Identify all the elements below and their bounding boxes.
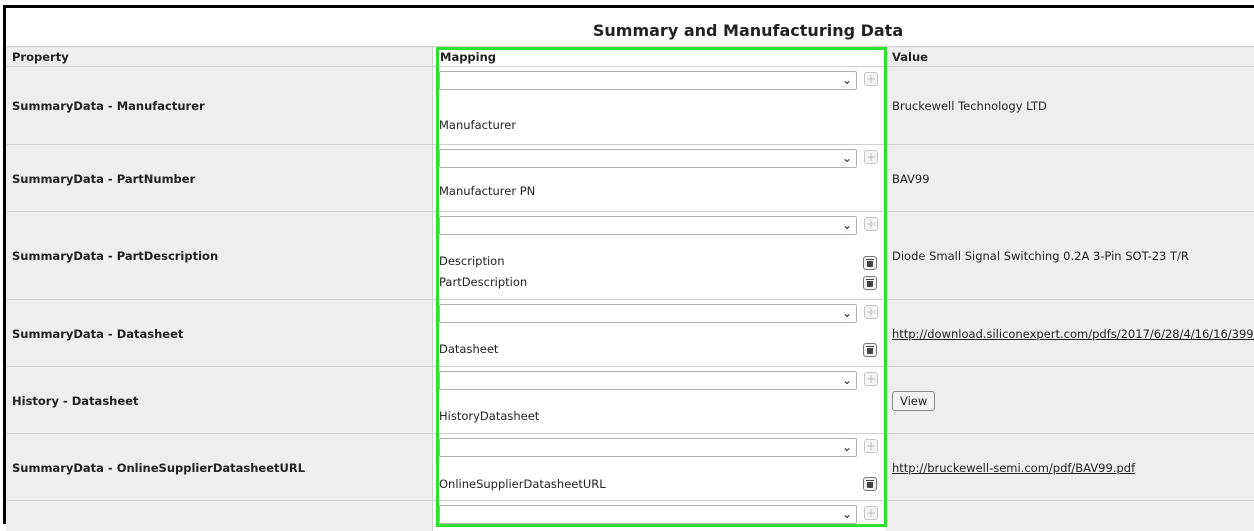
table-row: SummaryData - OnlineSupplierDatasheetURL…	[6, 433, 1254, 501]
table-header: Property Mapping Value	[6, 46, 1254, 67]
add-mapping-button[interactable]: +	[864, 217, 878, 231]
property-label: SummaryData - Manufacturer	[6, 67, 433, 145]
mapping-cell: ⌄ + Manufacturer PN	[435, 145, 885, 212]
table-row: SummaryData - Manufacturer ⌄ + Manufactu…	[6, 66, 1254, 145]
mapping-select[interactable]: ⌄	[439, 505, 857, 524]
trash-icon[interactable]	[863, 256, 877, 270]
panel-title: Summary and Manufacturing Data	[592, 21, 904, 40]
mapping-item: PartDescription	[439, 275, 528, 289]
mapping-select[interactable]: ⌄	[439, 371, 857, 390]
trash-icon[interactable]	[863, 276, 877, 290]
add-mapping-button[interactable]: +	[864, 72, 878, 86]
datasheet-link[interactable]: http://download.siliconexpert.com/pdfs/2…	[892, 327, 1254, 341]
mapping-cell: ⌄ +	[435, 501, 885, 531]
table-row: SummaryData - Datasheet ⌄ + Datasheet ht…	[6, 299, 1254, 367]
property-label: SummaryData - PartNumber	[6, 145, 433, 212]
add-mapping-button[interactable]: +	[864, 372, 878, 386]
property-label: History - Datasheet	[6, 367, 433, 434]
mapping-select[interactable]: ⌄	[439, 438, 857, 457]
plus-icon: +	[865, 372, 877, 386]
plus-icon: +	[865, 439, 877, 453]
table-row: History - Datasheet ⌄ + HistoryDatasheet…	[6, 366, 1254, 434]
property-label: SummaryData - PartDescription	[6, 212, 433, 300]
chevron-down-icon: ⌄	[841, 306, 852, 320]
chevron-down-icon: ⌄	[841, 151, 852, 165]
value-text: BAV99	[885, 145, 1254, 212]
mapping-select[interactable]: ⌄	[439, 304, 857, 323]
plus-icon: +	[865, 150, 877, 164]
trash-icon[interactable]	[863, 343, 877, 357]
mapping-item: Datasheet	[439, 342, 499, 356]
value-text: Diode Small Signal Switching 0.2A 3-Pin …	[885, 212, 1254, 300]
column-header-property: Property	[6, 47, 433, 67]
supplier-datasheet-link[interactable]: http://bruckewell-semi.com/pdf/BAV99.pdf	[892, 461, 1135, 475]
column-header-mapping: Mapping	[435, 47, 885, 67]
add-mapping-button[interactable]: +	[864, 439, 878, 453]
value-cell: http://download.siliconexpert.com/pdfs/2…	[885, 300, 1254, 367]
column-header-value: Value	[885, 47, 1254, 67]
chevron-down-icon: ⌄	[841, 507, 852, 521]
mapping-cell: ⌄ + OnlineSupplierDatasheetURL	[435, 434, 885, 501]
table-row: ⌄ +	[6, 500, 1254, 531]
plus-icon: +	[865, 217, 877, 231]
mapping-cell: ⌄ + HistoryDatasheet	[435, 367, 885, 434]
mapping-item: Description	[439, 254, 505, 268]
mapping-item: HistoryDatasheet	[439, 409, 540, 423]
view-button[interactable]: View	[892, 390, 936, 411]
table-row: SummaryData - PartDescription ⌄ + Descri…	[6, 211, 1254, 300]
value-cell: View	[885, 367, 1254, 434]
add-mapping-button[interactable]: +	[864, 506, 878, 520]
mapping-cell: ⌄ + Description PartDescription	[435, 212, 885, 300]
add-mapping-button[interactable]: +	[864, 305, 878, 319]
add-mapping-button[interactable]: +	[864, 150, 878, 164]
summary-panel: Summary and Manufacturing Data Property …	[3, 5, 1254, 531]
chevron-down-icon: ⌄	[841, 218, 852, 232]
plus-icon: +	[865, 305, 877, 319]
value-cell	[885, 501, 1254, 531]
mapping-select[interactable]: ⌄	[439, 216, 857, 235]
table-row: SummaryData - PartNumber ⌄ + Manufacture…	[6, 144, 1254, 212]
trash-icon[interactable]	[863, 477, 877, 491]
mapping-select[interactable]: ⌄	[439, 149, 857, 168]
value-text: Bruckewell Technology LTD	[885, 67, 1254, 145]
property-label: SummaryData - Datasheet	[6, 300, 433, 367]
plus-icon: +	[865, 72, 877, 86]
value-cell: http://bruckewell-semi.com/pdf/BAV99.pdf	[885, 434, 1254, 501]
chevron-down-icon: ⌄	[841, 73, 852, 87]
mapping-item: Manufacturer	[439, 118, 517, 132]
chevron-down-icon: ⌄	[841, 440, 852, 454]
property-label	[6, 501, 433, 531]
plus-icon: +	[865, 506, 877, 520]
mapping-select[interactable]: ⌄	[439, 71, 857, 90]
property-label: SummaryData - OnlineSupplierDatasheetURL	[6, 434, 433, 501]
mapping-item: OnlineSupplierDatasheetURL	[439, 477, 606, 491]
mapping-item: Manufacturer PN	[439, 184, 536, 198]
mapping-cell: ⌄ + Manufacturer	[435, 67, 885, 145]
mapping-cell: ⌄ + Datasheet	[435, 300, 885, 367]
chevron-down-icon: ⌄	[841, 373, 852, 387]
